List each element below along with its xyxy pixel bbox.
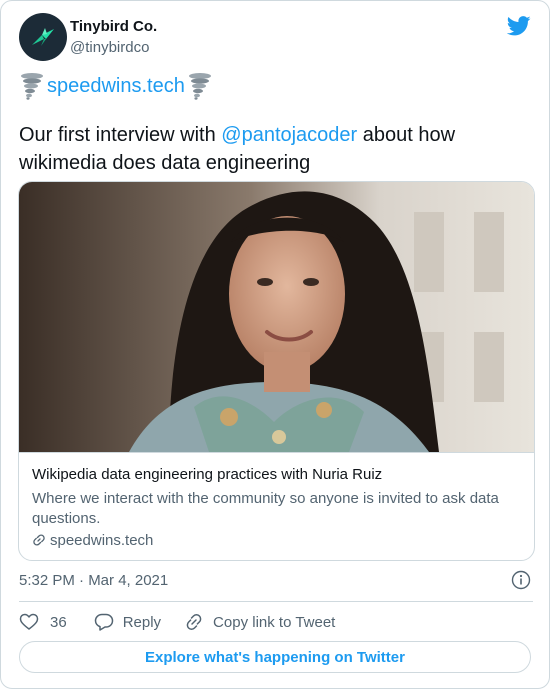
author-handle[interactable]: @tinybirdco — [70, 38, 149, 58]
tweet-link-line: speedwins.tech — [19, 71, 213, 101]
explore-twitter-button[interactable]: Explore what's happening on Twitter — [19, 641, 531, 673]
twitter-bird-icon[interactable] — [507, 16, 531, 36]
link-chain-icon — [186, 614, 202, 630]
copy-link-label: Copy link to Tweet — [213, 613, 336, 631]
tweet-actions: 36 Reply Copy link to Tweet — [19, 611, 335, 633]
tweet-url-link[interactable]: speedwins.tech — [47, 72, 185, 100]
link-card-domain-text: speedwins.tech — [50, 531, 154, 549]
divider — [19, 601, 533, 602]
tweet-timestamp[interactable]: 5:32 PM · Mar 4, 2021 — [19, 571, 168, 591]
tweet-text-before: Our first interview with — [19, 124, 222, 146]
tweet-card: Tinybird Co. @tinybirdco speedwins.tech … — [0, 0, 550, 689]
tornado-emoji-icon — [21, 73, 43, 100]
heart-icon — [19, 613, 39, 630]
hummingbird-logo-icon — [32, 28, 54, 46]
link-preview-card[interactable]: Wikipedia data engineering practices wit… — [18, 181, 535, 561]
link-card-domain[interactable]: speedwins.tech — [32, 530, 153, 550]
mention-link[interactable]: @pantojacoder — [221, 124, 357, 146]
preview-photo — [19, 182, 534, 453]
link-chain-icon — [33, 534, 45, 546]
tornado-emoji-icon — [188, 73, 211, 100]
like-button[interactable]: 36 — [19, 612, 67, 632]
tweet-text: Our first interview with @pantojacoder a… — [19, 121, 531, 177]
like-count: 36 — [50, 613, 67, 631]
author-name[interactable]: Tinybird Co. — [70, 17, 157, 37]
reply-bubble-icon — [94, 613, 113, 631]
author-avatar[interactable] — [19, 13, 67, 61]
info-icon[interactable] — [511, 570, 531, 590]
reply-label: Reply — [122, 613, 162, 631]
reply-button[interactable]: Reply — [94, 612, 161, 632]
copy-link-button[interactable]: Copy link to Tweet — [184, 612, 335, 632]
link-card-title[interactable]: Wikipedia data engineering practices wit… — [32, 465, 382, 485]
link-card-description: Where we interact with the community so … — [32, 490, 499, 527]
